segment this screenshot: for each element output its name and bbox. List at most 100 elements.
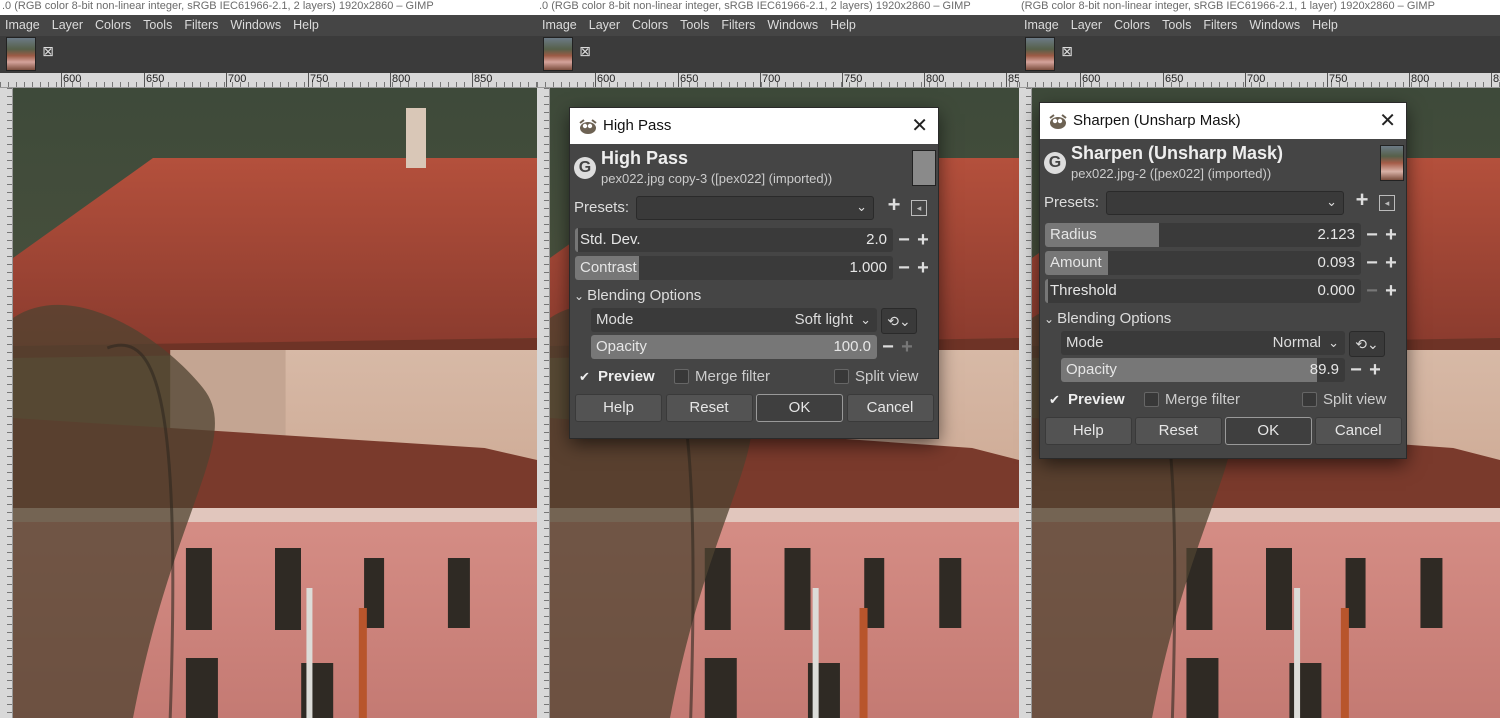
opacity-slider[interactable]: Opacity 89.9 — [1061, 358, 1345, 382]
window-title: (RGB color 8-bit non-linear integer, sRG… — [1019, 0, 1500, 15]
opacity-slider[interactable]: Opacity 100.0 — [591, 335, 877, 359]
help-button[interactable]: Help — [575, 394, 662, 422]
ruler-tick: 800 — [923, 73, 945, 87]
dialog-titlebar[interactable]: High Pass ✕ — [570, 108, 938, 144]
help-button[interactable]: Help — [1045, 417, 1132, 445]
menu-tools[interactable]: Tools — [1162, 18, 1191, 32]
close-icon[interactable]: ✕ — [911, 108, 928, 144]
blending-options-expander[interactable]: ⌄ Blending Options — [1044, 310, 1171, 327]
composite-mode-button[interactable]: ⟲⌄ — [881, 308, 917, 334]
image-tab-thumbnail[interactable] — [6, 37, 36, 71]
filter-name: High Pass — [601, 148, 689, 168]
blending-options-expander[interactable]: ⌄ Blending Options — [574, 287, 701, 304]
split-view-checkbox[interactable]: Split view — [1302, 391, 1386, 408]
presets-combo[interactable]: ⌄ — [636, 196, 874, 220]
reset-button[interactable]: Reset — [1135, 417, 1222, 445]
image-tab-thumbnail[interactable] — [543, 37, 573, 71]
increase-button[interactable]: + — [1368, 360, 1382, 380]
decrease-button[interactable]: − — [1365, 281, 1379, 301]
ok-button[interactable]: OK — [756, 394, 843, 422]
chevron-down-icon: ⌄ — [1328, 335, 1339, 350]
menu-layer[interactable]: Layer — [52, 18, 83, 32]
canvas-image[interactable] — [13, 88, 537, 718]
menu-image[interactable]: Image — [5, 18, 40, 32]
menu-colors[interactable]: Colors — [632, 18, 668, 32]
slider-amount[interactable]: Amount 0.093 — [1045, 251, 1361, 275]
menu-image[interactable]: Image — [1024, 18, 1059, 32]
increase-button[interactable]: + — [1384, 281, 1398, 301]
menu-help[interactable]: Help — [293, 18, 319, 32]
menu-colors[interactable]: Colors — [1114, 18, 1150, 32]
menu-windows[interactable]: Windows — [767, 18, 818, 32]
menu-tools[interactable]: Tools — [143, 18, 172, 32]
preset-menu-button[interactable]: ◂ — [911, 200, 927, 216]
preview-checkbox[interactable]: ✔ Preview — [1049, 391, 1125, 408]
close-icon[interactable]: ✕ — [1379, 103, 1396, 139]
decrease-button[interactable]: − — [1349, 360, 1363, 380]
slider-contrast[interactable]: Contrast 1.000 — [575, 256, 893, 280]
slider-threshold[interactable]: Threshold 0.000 — [1045, 279, 1361, 303]
close-icon[interactable]: ⊠ — [42, 44, 54, 58]
composite-mode-button[interactable]: ⟲⌄ — [1349, 331, 1385, 357]
ruler-tick: 850 — [471, 73, 493, 87]
slider-std-dev[interactable]: Std. Dev. 2.0 — [575, 228, 893, 252]
ruler-tick: 800 — [389, 73, 411, 87]
preview-checkbox[interactable]: ✔ Preview — [579, 368, 655, 385]
split-view-checkbox[interactable]: Split view — [834, 368, 918, 385]
slider-label: Opacity — [596, 338, 647, 355]
increase-button[interactable]: + — [1384, 253, 1398, 273]
mode-label: Mode — [596, 311, 634, 328]
decrease-button[interactable]: − — [881, 337, 895, 357]
menu-filters[interactable]: Filters — [721, 18, 755, 32]
layer-preview-thumbnail — [912, 150, 936, 186]
menu-help[interactable]: Help — [1312, 18, 1338, 32]
image-tab-thumbnail[interactable] — [1025, 37, 1055, 71]
menu-windows[interactable]: Windows — [230, 18, 281, 32]
presets-combo[interactable]: ⌄ — [1106, 191, 1344, 215]
reset-button[interactable]: Reset — [665, 394, 753, 422]
slider-value: 1.000 — [849, 259, 887, 276]
menu-bar: Image Layer Colors Tools Filters Windows Help — [537, 15, 1019, 36]
menu-windows[interactable]: Windows — [1249, 18, 1300, 32]
dialog-titlebar[interactable]: Sharpen (Unsharp Mask) ✕ — [1040, 103, 1406, 139]
decrease-button[interactable]: − — [897, 258, 911, 278]
menu-image[interactable]: Image — [542, 18, 577, 32]
cancel-button[interactable]: Cancel — [1315, 417, 1402, 445]
ok-button[interactable]: OK — [1225, 417, 1312, 445]
merge-filter-checkbox[interactable]: Merge filter — [674, 368, 770, 385]
preset-menu-button[interactable]: ◂ — [1379, 195, 1395, 211]
add-preset-button[interactable]: + — [1354, 189, 1370, 211]
menu-colors[interactable]: Colors — [95, 18, 131, 32]
slider-radius[interactable]: Radius 2.123 — [1045, 223, 1361, 247]
add-preset-button[interactable]: + — [886, 194, 902, 216]
close-icon[interactable]: ⊠ — [1061, 44, 1073, 58]
close-icon[interactable]: ⊠ — [579, 44, 591, 58]
increase-button[interactable]: + — [916, 230, 930, 250]
mode-combo[interactable]: Mode Soft light ⌄ — [591, 308, 877, 332]
menu-layer[interactable]: Layer — [589, 18, 620, 32]
vertical-ruler[interactable] — [537, 88, 550, 718]
increase-button[interactable]: + — [916, 258, 930, 278]
vertical-ruler[interactable] — [0, 88, 13, 718]
menu-filters[interactable]: Filters — [1203, 18, 1237, 32]
menu-filters[interactable]: Filters — [184, 18, 218, 32]
cancel-button[interactable]: Cancel — [846, 394, 934, 422]
decrease-button[interactable]: − — [1365, 253, 1379, 273]
horizontal-ruler[interactable]: 600 650 700 750 800 850 — [537, 73, 1019, 88]
decrease-button[interactable]: − — [897, 230, 911, 250]
horizontal-ruler[interactable]: 600 650 700 750 800 850 — [0, 73, 537, 88]
horizontal-ruler[interactable]: 600 650 700 750 800 850 — [1019, 73, 1500, 88]
ruler-tick: 700 — [1244, 73, 1266, 87]
menu-help[interactable]: Help — [830, 18, 856, 32]
menu-layer[interactable]: Layer — [1071, 18, 1102, 32]
merge-filter-checkbox[interactable]: Merge filter — [1144, 391, 1240, 408]
mode-value: Normal — [1272, 334, 1321, 351]
image-canvas[interactable] — [13, 88, 537, 718]
increase-button[interactable]: + — [900, 337, 914, 357]
mode-combo[interactable]: Mode Normal ⌄ — [1061, 331, 1345, 355]
increase-button[interactable]: + — [1384, 225, 1398, 245]
decrease-button[interactable]: − — [1365, 225, 1379, 245]
menu-tools[interactable]: Tools — [680, 18, 709, 32]
gegl-icon: G — [1044, 152, 1066, 174]
vertical-ruler[interactable] — [1019, 88, 1032, 718]
